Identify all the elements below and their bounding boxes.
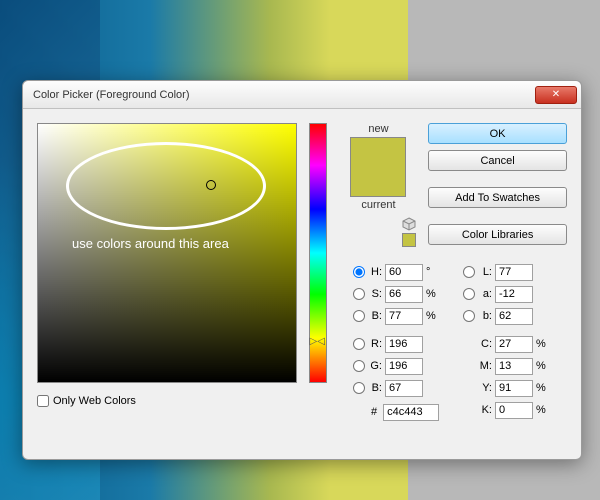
h-label: H: [368, 266, 382, 278]
y-label: Y: [478, 382, 492, 394]
h-unit: ° [426, 266, 438, 278]
c-unit: % [536, 338, 548, 350]
g-label: G: [368, 360, 382, 372]
k-unit: % [536, 404, 548, 416]
c-label: C: [478, 338, 492, 350]
add-to-swatches-button[interactable]: Add To Swatches [428, 187, 567, 208]
h-row: H: ° [353, 261, 463, 283]
annotation-text: use colors around this area [72, 236, 229, 251]
gamut-warning-icon[interactable] [402, 217, 416, 231]
bv-unit: % [426, 310, 438, 322]
c-input[interactable] [495, 336, 533, 353]
lab-b-radio[interactable] [463, 310, 475, 322]
bb-row: B: [353, 377, 463, 399]
color-libraries-button[interactable]: Color Libraries [428, 224, 567, 245]
dialog-title: Color Picker (Foreground Color) [33, 89, 535, 101]
l-radio[interactable] [463, 266, 475, 278]
cancel-button[interactable]: Cancel [428, 150, 567, 171]
y-input[interactable] [495, 380, 533, 397]
current-label: current [361, 199, 395, 211]
lab-b-label: b: [478, 310, 492, 322]
current-color-swatch[interactable] [351, 167, 405, 196]
left-column: use colors around this area Only Web Col… [37, 123, 297, 407]
only-web-colors-label: Only Web Colors [53, 395, 136, 407]
k-input[interactable] [495, 402, 533, 419]
g-radio[interactable] [353, 360, 365, 372]
s-row: S: % [353, 283, 463, 305]
l-label: L: [478, 266, 492, 278]
titlebar[interactable]: Color Picker (Foreground Color) ✕ [23, 81, 581, 109]
a-radio[interactable] [463, 288, 475, 300]
l-row: L: [463, 261, 573, 283]
s-label: S: [368, 288, 382, 300]
r-label: R: [368, 338, 382, 350]
a-label: a: [478, 288, 492, 300]
close-button[interactable]: ✕ [535, 86, 577, 104]
only-web-colors-row[interactable]: Only Web Colors [37, 395, 297, 407]
a-input[interactable] [495, 286, 533, 303]
value-fields: H: ° L: S: % a: [353, 261, 573, 421]
l-input[interactable] [495, 264, 533, 281]
hue-slider[interactable]: ▷◁ [309, 123, 327, 383]
only-web-colors-checkbox[interactable] [37, 395, 49, 407]
m-label: M: [478, 360, 492, 372]
r-input[interactable] [385, 336, 423, 353]
lab-b-input[interactable] [495, 308, 533, 325]
h-input[interactable] [385, 264, 423, 281]
hex-label: # [371, 406, 377, 418]
s-input[interactable] [385, 286, 423, 303]
saturation-brightness-field[interactable]: use colors around this area [37, 123, 297, 383]
y-unit: % [536, 382, 548, 394]
hex-row: # [353, 403, 463, 421]
g-row: G: [353, 355, 463, 377]
bb-label: B: [368, 382, 382, 394]
lab-b-row: b: [463, 305, 573, 327]
r-row: R: [353, 333, 463, 355]
color-swatch-box [350, 137, 406, 197]
ok-button[interactable]: OK [428, 123, 567, 144]
c-row: C: % [463, 333, 573, 355]
k-row: K: % [463, 399, 573, 421]
new-label: new [368, 123, 388, 135]
y-row: Y: % [463, 377, 573, 399]
new-color-swatch [351, 138, 405, 167]
websafe-swatch[interactable] [402, 233, 416, 247]
close-icon: ✕ [552, 89, 560, 100]
m-row: M: % [463, 355, 573, 377]
bv-input[interactable] [385, 308, 423, 325]
bv-radio[interactable] [353, 310, 365, 322]
hue-slider-thumb[interactable]: ▷◁ [310, 336, 325, 347]
s-radio[interactable] [353, 288, 365, 300]
k-label: K: [478, 404, 492, 416]
bv-row: B: % [353, 305, 463, 327]
color-picker-dialog: Color Picker (Foreground Color) ✕ use co… [22, 80, 582, 460]
bv-label: B: [368, 310, 382, 322]
m-unit: % [536, 360, 548, 372]
a-row: a: [463, 283, 573, 305]
h-radio[interactable] [353, 266, 365, 278]
g-input[interactable] [385, 358, 423, 375]
r-radio[interactable] [353, 338, 365, 350]
annotation-oval [66, 142, 266, 230]
m-input[interactable] [495, 358, 533, 375]
hue-column: ▷◁ [307, 123, 329, 407]
s-unit: % [426, 288, 438, 300]
bb-radio[interactable] [353, 382, 365, 394]
hex-input[interactable] [383, 404, 439, 421]
bb-input[interactable] [385, 380, 423, 397]
